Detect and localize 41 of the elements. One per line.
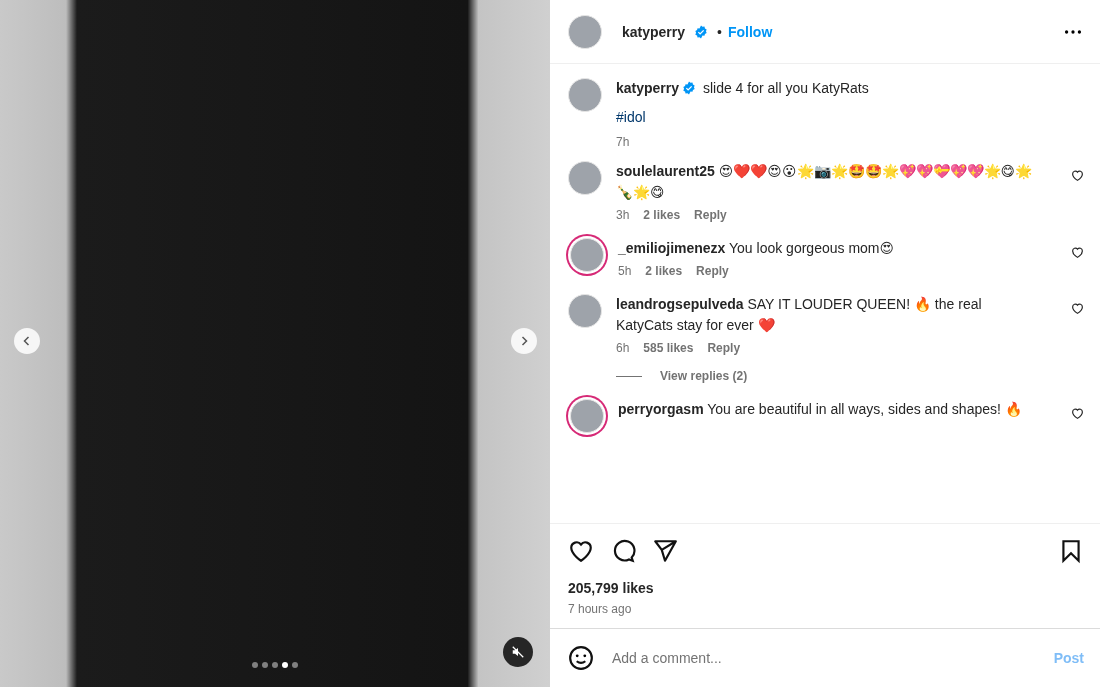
comment-time: 3h	[616, 208, 630, 222]
carousel-dot[interactable]	[252, 662, 258, 668]
carousel-dot[interactable]	[262, 662, 268, 668]
username-link[interactable]: katyperry	[616, 80, 680, 96]
heart-icon[interactable]	[568, 538, 594, 564]
view-replies-button[interactable]: View replies (2)	[660, 369, 748, 383]
heart-icon[interactable]	[1071, 246, 1084, 259]
reply-button[interactable]: Reply	[696, 264, 729, 278]
carousel-dot[interactable]	[282, 662, 288, 668]
username-link[interactable]: katyperry	[622, 23, 686, 40]
speaker-muted-icon	[511, 645, 525, 659]
comment-input-field[interactable]: Add a comment...	[610, 649, 1038, 667]
likes-count[interactable]: 585 likes	[643, 341, 694, 355]
separator-dot: •	[717, 23, 722, 40]
likes-count[interactable]: 2 likes	[645, 264, 683, 278]
username-link[interactable]: perryorgasm	[618, 401, 704, 417]
username-link[interactable]: leandrogsepulveda	[616, 296, 744, 312]
likes-count[interactable]: 205,799 likes	[568, 580, 1084, 596]
smiley-icon[interactable]	[568, 645, 594, 671]
carousel-dot[interactable]	[272, 662, 278, 668]
post-time: 7h	[616, 135, 630, 149]
comment-time: 6h	[616, 341, 630, 355]
follow-button[interactable]: Follow	[727, 23, 773, 40]
comment-time: 5h	[618, 264, 632, 278]
comment-text: _emiliojimenezx You look gorgeous mom😍	[618, 239, 896, 258]
paper-plane-icon[interactable]	[652, 538, 678, 564]
username-link[interactable]: soulelaurent25	[616, 163, 715, 179]
heart-icon[interactable]	[1071, 407, 1084, 420]
heart-icon[interactable]	[1071, 169, 1084, 182]
comment-text: perryorgasm You are beautiful in all ways, sides and shapes! 🔥	[618, 400, 1023, 419]
reply-button[interactable]: Reply	[707, 341, 741, 355]
comment-text: soulelaurent25 😍❤❤😍😮🌟📷🌟🤩🤩🌟💖💖💝💖💖🌟😋🌟🍾🌟😋	[616, 162, 1034, 202]
heart-icon[interactable]	[1071, 302, 1084, 315]
likes-count[interactable]: 2 likes	[643, 208, 681, 222]
username-link[interactable]: _emiliojimenezx	[618, 240, 726, 256]
carousel-dot[interactable]	[292, 662, 298, 668]
post-time: 7 hours ago	[568, 602, 633, 616]
caption-text: katyperry slide 4 for all you KatyRats	[616, 79, 870, 98]
comment-text: leandrogsepulveda SAY IT LOUDER QUEEN! 🔥 the real KatyCats stay for ever ❤	[616, 295, 983, 335]
hashtag-link[interactable]: #idol	[616, 107, 646, 127]
reply-button[interactable]: Reply	[694, 208, 727, 222]
